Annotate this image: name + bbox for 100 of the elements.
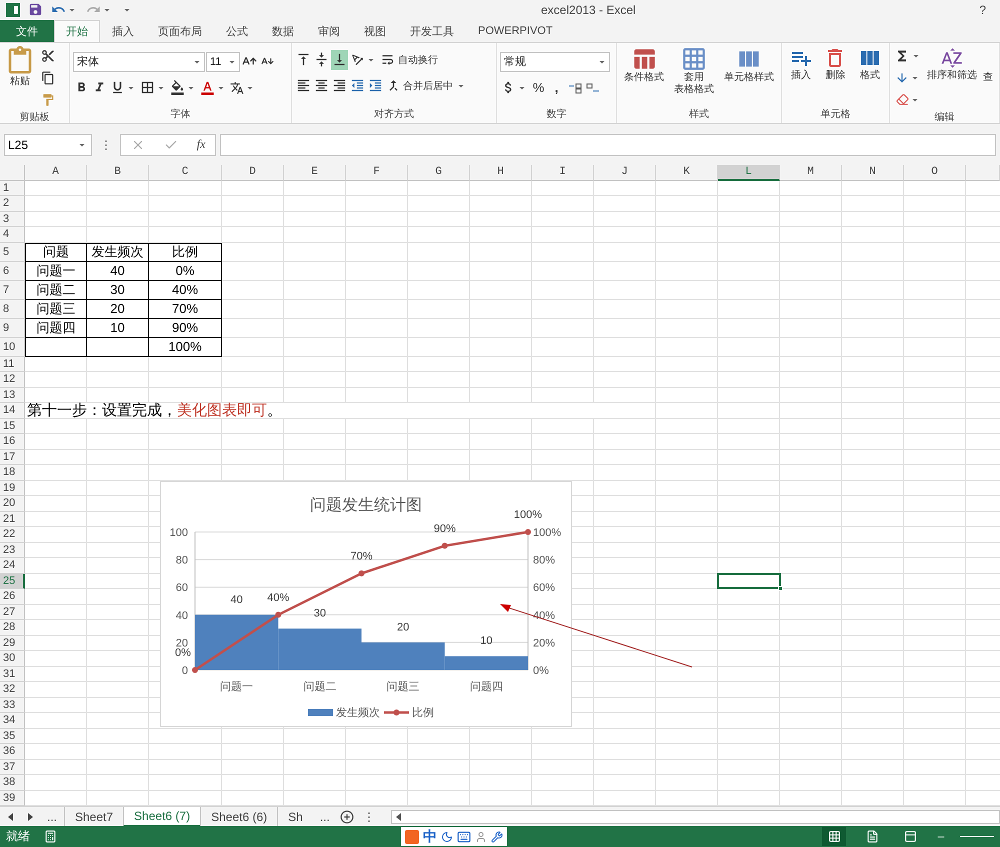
normal-view-button[interactable]: [822, 827, 846, 846]
insert-function-button[interactable]: fx: [196, 137, 206, 152]
style-button[interactable]: 套用 表格格式: [672, 46, 716, 107]
percent-button[interactable]: %: [530, 78, 547, 98]
spreadsheet-logo-icon[interactable]: [6, 2, 20, 17]
row-header[interactable]: 38: [0, 775, 25, 791]
row-header[interactable]: 19: [0, 480, 25, 496]
row-header[interactable]: 29: [0, 636, 25, 652]
grid-row[interactable]: 问题一 40 0%: [25, 262, 1000, 281]
more-sheets-button[interactable]: ...: [312, 810, 337, 824]
style-button[interactable]: 条件格式: [622, 46, 666, 107]
column-header[interactable]: L: [718, 164, 780, 181]
find-button[interactable]: 查: [981, 46, 995, 110]
row-header[interactable]: 4: [0, 227, 25, 243]
sort-filter-button[interactable]: 排序和筛选: [925, 46, 979, 110]
row-header[interactable]: 35: [0, 728, 25, 744]
ribbon-tab[interactable]: 审阅: [306, 20, 352, 42]
input-mode-text[interactable]: 中: [423, 828, 437, 846]
ribbon-tab[interactable]: 文件: [0, 20, 54, 42]
name-box[interactable]: L25: [4, 134, 92, 156]
row-header[interactable]: 5: [0, 242, 25, 262]
ribbon-tab[interactable]: 页面布局: [146, 20, 214, 42]
column-header[interactable]: I: [532, 164, 594, 181]
column-header[interactable]: K: [656, 164, 718, 181]
cells-button[interactable]: 格式: [856, 46, 884, 107]
grid-row[interactable]: 第十一步：设置完成，美化图表即可。: [25, 403, 1000, 419]
ribbon-tab[interactable]: 数据: [260, 20, 306, 42]
row-header[interactable]: 2: [0, 196, 25, 212]
font-size-field[interactable]: 11: [206, 52, 240, 72]
more-sheets-button[interactable]: ...: [40, 810, 64, 824]
row-header[interactable]: 18: [0, 465, 25, 481]
row-header[interactable]: 17: [0, 450, 25, 466]
column-header[interactable]: M: [780, 164, 842, 181]
column-header[interactable]: F: [346, 164, 408, 181]
row-header[interactable]: 12: [0, 372, 25, 388]
row-header[interactable]: 13: [0, 388, 25, 404]
ribbon-tab[interactable]: 视图: [352, 20, 398, 42]
sheet-tab[interactable]: Sheet6 (7): [123, 806, 200, 827]
grid-row[interactable]: 问题 发生频次 比例: [25, 242, 1000, 262]
row-header[interactable]: 37: [0, 760, 25, 776]
macro-record-icon[interactable]: [44, 830, 57, 844]
row-header[interactable]: 23: [0, 542, 25, 558]
column-header[interactable]: G: [408, 164, 470, 181]
grid-row[interactable]: 100%: [25, 338, 1000, 357]
cells-button[interactable]: 删除: [821, 46, 850, 107]
row-header[interactable]: 6: [0, 262, 25, 281]
grid-row[interactable]: 问题三 20 70%: [25, 300, 1000, 319]
column-header[interactable]: E: [284, 164, 346, 181]
input-method-logo-icon[interactable]: [405, 830, 419, 844]
ribbon-tab[interactable]: POWERPIVOT: [466, 20, 565, 42]
row-header[interactable]: 9: [0, 318, 25, 338]
row-header[interactable]: 32: [0, 682, 25, 698]
font-name-field[interactable]: 宋体: [73, 52, 205, 72]
row-header[interactable]: 20: [0, 496, 25, 512]
save-button[interactable]: [28, 2, 43, 18]
row-header[interactable]: 39: [0, 790, 25, 806]
column-header[interactable]: A: [25, 164, 87, 181]
column-header[interactable]: D: [222, 164, 284, 181]
ribbon-tab[interactable]: 开发工具: [398, 20, 466, 42]
ribbon-tab[interactable]: 插入: [100, 20, 146, 42]
tab-split-handle[interactable]: ⋮: [356, 810, 381, 824]
column-header[interactable]: C: [149, 164, 222, 181]
row-header[interactable]: 16: [0, 434, 25, 450]
row-header[interactable]: 22: [0, 527, 25, 543]
row-header[interactable]: 8: [0, 300, 25, 319]
row-header[interactable]: 30: [0, 651, 25, 667]
column-header[interactable]: O: [904, 164, 966, 181]
row-header[interactable]: 36: [0, 744, 25, 760]
column-header[interactable]: B: [87, 164, 149, 181]
row-header[interactable]: 34: [0, 713, 25, 729]
row-header[interactable]: 21: [0, 512, 25, 528]
paste-button[interactable]: 粘贴: [3, 46, 37, 110]
row-header[interactable]: 11: [0, 356, 25, 372]
cells-button[interactable]: 插入: [787, 46, 816, 107]
row-header[interactable]: 14: [0, 403, 25, 419]
row-header[interactable]: 15: [0, 418, 25, 434]
row-header[interactable]: 31: [0, 666, 25, 682]
row-header[interactable]: 26: [0, 589, 25, 605]
ribbon-tab[interactable]: 开始: [54, 20, 100, 42]
row-header[interactable]: 3: [0, 212, 25, 228]
column-header[interactable]: H: [470, 164, 532, 181]
grid-row[interactable]: 问题四 10 90%: [25, 318, 1000, 338]
row-header[interactable]: 7: [0, 280, 25, 300]
help-button[interactable]: ?: [979, 2, 986, 17]
row-header[interactable]: 27: [0, 604, 25, 620]
horizontal-scrollbar[interactable]: [390, 810, 1000, 824]
row-header[interactable]: 24: [0, 558, 25, 574]
row-header[interactable]: 10: [0, 338, 25, 357]
merge-center-button[interactable]: 合并后居中: [385, 76, 468, 96]
row-header[interactable]: 33: [0, 698, 25, 714]
column-header[interactable]: N: [842, 164, 904, 181]
formula-input[interactable]: [220, 134, 996, 156]
number-format-field[interactable]: 常规: [500, 52, 610, 72]
comma-button[interactable]: ,: [548, 78, 565, 98]
style-button[interactable]: 单元格样式: [722, 46, 776, 107]
ribbon-tab[interactable]: 公式: [214, 20, 260, 42]
row-header[interactable]: 28: [0, 620, 25, 636]
grid-row[interactable]: 问题二 30 40%: [25, 280, 1000, 300]
row-header[interactable]: 25: [0, 574, 25, 590]
column-header[interactable]: J: [594, 164, 656, 181]
